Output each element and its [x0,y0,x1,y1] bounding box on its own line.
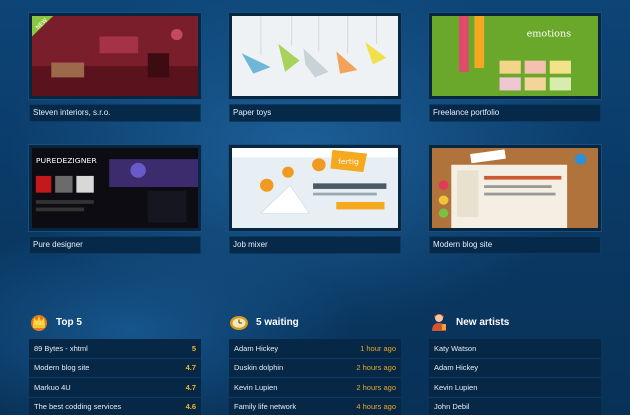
showcase-item-pure-designer[interactable]: PUREDEZIGNER Pure designer [29,145,201,254]
showcase-thumbnail[interactable] [229,13,401,99]
portfolio-thumbnail-image: emotions [432,16,598,96]
list-item[interactable]: The best codding services 4.6 [29,397,201,415]
fertig-label: fertig [338,157,359,166]
showcase-item-modern-blog-site[interactable]: Modern blog site [429,145,601,254]
item-score: 5 [191,343,196,353]
item-name: Family life network [234,402,297,412]
clock-icon [230,316,248,330]
top5-panel: Top 5 89 Bytes - xhtml 5 Modern blog site… [29,308,201,415]
list-item[interactable]: Kevin Lupien [429,378,601,398]
new-artists-header: New artists [429,308,601,336]
showcase-thumbnail[interactable] [429,145,601,231]
waiting-panel: 5 waiting Adam Hickey 1 hour ago Duskin d… [229,308,401,415]
new-artists-title: New artists [456,316,510,328]
pure-designer-logo: PUREDEZIGNER [36,156,98,165]
showcase-item-steven-interiors[interactable]: NEW Steven interiors, s.r.o. [29,13,201,122]
list-item[interactable]: Modern blog site 4.7 [29,358,201,378]
list-item[interactable]: Family life network 4 hours ago [229,397,401,415]
item-time: 1 hour ago [360,343,396,353]
showcase-thumbnail[interactable]: NEW [29,13,201,99]
showcase-caption[interactable]: Modern blog site [429,236,601,254]
item-name: Katy Watson [434,343,477,353]
showcase-caption[interactable]: Job mixer [229,236,401,254]
item-score: 4.7 [185,382,196,392]
item-name: Kevin Lupien [234,382,278,392]
waiting-list: Adam Hickey 1 hour ago Duskin dolphin 2 ho… [229,339,401,415]
paper-toys-thumbnail-image [232,16,398,96]
new-artists-panel: New artists Katy Watson Adam Hickey Kevi… [429,308,601,415]
item-name: Kevin Lupien [434,382,478,392]
item-name: Markuo 4U [34,382,71,392]
item-name: Modern blog site [34,363,90,373]
showcase-item-job-mixer[interactable]: fertig Job mixer [229,145,401,254]
list-item[interactable]: Markuo 4U 4.7 [29,378,201,398]
item-name: John Debil [434,402,470,412]
item-score: 4.6 [185,402,196,412]
top5-title: Top 5 [56,316,82,328]
item-time: 2 hours ago [356,363,396,373]
showcase-thumbnail[interactable]: fertig [229,145,401,231]
crown-icon [31,315,47,331]
pure-designer-thumbnail-image: PUREDEZIGNER [32,148,198,228]
item-time: 4 hours ago [356,402,396,412]
interior-thumbnail-image: NEW [32,16,198,96]
top5-header: Top 5 [29,308,201,336]
showcase-thumbnail[interactable]: PUREDEZIGNER [29,145,201,231]
item-name: The best codding services [34,402,122,412]
modern-blog-thumbnail-image [432,148,598,228]
list-item[interactable]: 89 Bytes - xhtml 5 [29,339,201,359]
artist-icon [432,314,446,331]
waiting-header: 5 waiting [229,308,401,336]
waiting-title: 5 waiting [256,316,299,328]
item-name: 89 Bytes - xhtml [34,343,88,353]
showcase-caption[interactable]: Freelance portfolio [429,104,601,122]
item-name: Duskin dolphin [234,363,284,373]
list-item[interactable]: Katy Watson [429,339,601,359]
showcase-thumbnail[interactable]: emotions [429,13,601,99]
list-item[interactable]: Duskin dolphin 2 hours ago [229,358,401,378]
emotions-title: emotions [527,29,572,40]
showcase-caption[interactable]: Pure designer [29,236,201,254]
showcase-caption[interactable]: Paper toys [229,104,401,122]
item-name: Adam Hickey [434,363,479,373]
top5-list: 89 Bytes - xhtml 5 Modern blog site 4.7 Ma… [29,339,201,415]
item-name: Adam Hickey [234,343,279,353]
showcase-caption[interactable]: Steven interiors, s.r.o. [29,104,201,122]
item-score: 4.7 [185,363,196,373]
new-artists-list: Katy Watson Adam Hickey Kevin Lupien Joh… [429,339,601,415]
showcase-item-freelance-portfolio[interactable]: emotions Freelance portfolio [429,13,601,122]
showcase-item-paper-toys[interactable]: Paper toys [229,13,401,122]
job-mixer-thumbnail-image: fertig [232,148,398,228]
list-item[interactable]: John Debil [429,397,601,415]
list-item[interactable]: Adam Hickey [429,358,601,378]
list-item[interactable]: Kevin Lupien 2 hours ago [229,378,401,398]
list-item[interactable]: Adam Hickey 1 hour ago [229,339,401,359]
item-time: 2 hours ago [356,382,396,392]
